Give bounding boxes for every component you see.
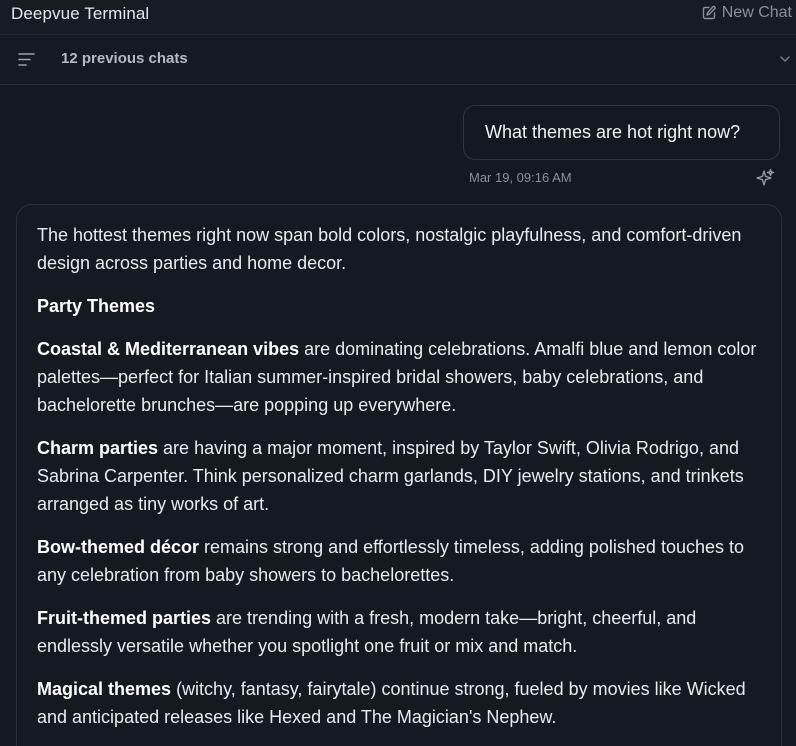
list-item: Coastal & Mediterranean vibes are domina… bbox=[37, 335, 767, 419]
list-item: Bow-themed décor remains strong and effo… bbox=[37, 533, 767, 589]
section-heading: Party Themes bbox=[37, 296, 156, 316]
new-chat-label: New Chat bbox=[721, 4, 792, 21]
item-title: Bow-themed décor bbox=[37, 537, 200, 557]
edit-icon bbox=[702, 5, 716, 20]
app-window: Deepvue Terminal New Chat 12 previous ch… bbox=[0, 0, 796, 746]
response-intro: The hottest themes right now span bold c… bbox=[37, 225, 742, 273]
item-title: Magical themes bbox=[37, 679, 172, 699]
assistant-response: The hottest themes right now span bold c… bbox=[16, 204, 782, 746]
response-body: The hottest themes right now span bold c… bbox=[37, 221, 767, 746]
app-title: Deepvue Terminal bbox=[11, 4, 150, 23]
sparkle-icon[interactable] bbox=[755, 168, 775, 188]
message-timestamp: Mar 19, 09:16 AM bbox=[469, 170, 572, 185]
item-title: Coastal & Mediterranean vibes bbox=[37, 339, 300, 359]
list-item: Fruit-themed parties are trending with a… bbox=[37, 604, 767, 660]
title-bar: Deepvue Terminal New Chat bbox=[0, 0, 796, 35]
item-title: Fruit-themed parties bbox=[37, 608, 212, 628]
chevron-down-icon[interactable] bbox=[780, 55, 790, 63]
item-title: Charm parties bbox=[37, 438, 159, 458]
list-item: Charm parties are having a major moment,… bbox=[37, 434, 767, 518]
list-item: Magical themes (witchy, fantasy, fairyta… bbox=[37, 675, 767, 731]
user-message-bubble: What themes are hot right now? bbox=[463, 105, 780, 160]
new-chat-button[interactable]: New Chat bbox=[701, 4, 792, 22]
previous-chats-label[interactable]: 12 previous chats bbox=[61, 50, 188, 67]
menu-lines-icon[interactable] bbox=[18, 52, 35, 67]
previous-chats-bar[interactable]: 12 previous chats bbox=[0, 35, 796, 85]
user-message-text: What themes are hot right now? bbox=[485, 122, 741, 142]
